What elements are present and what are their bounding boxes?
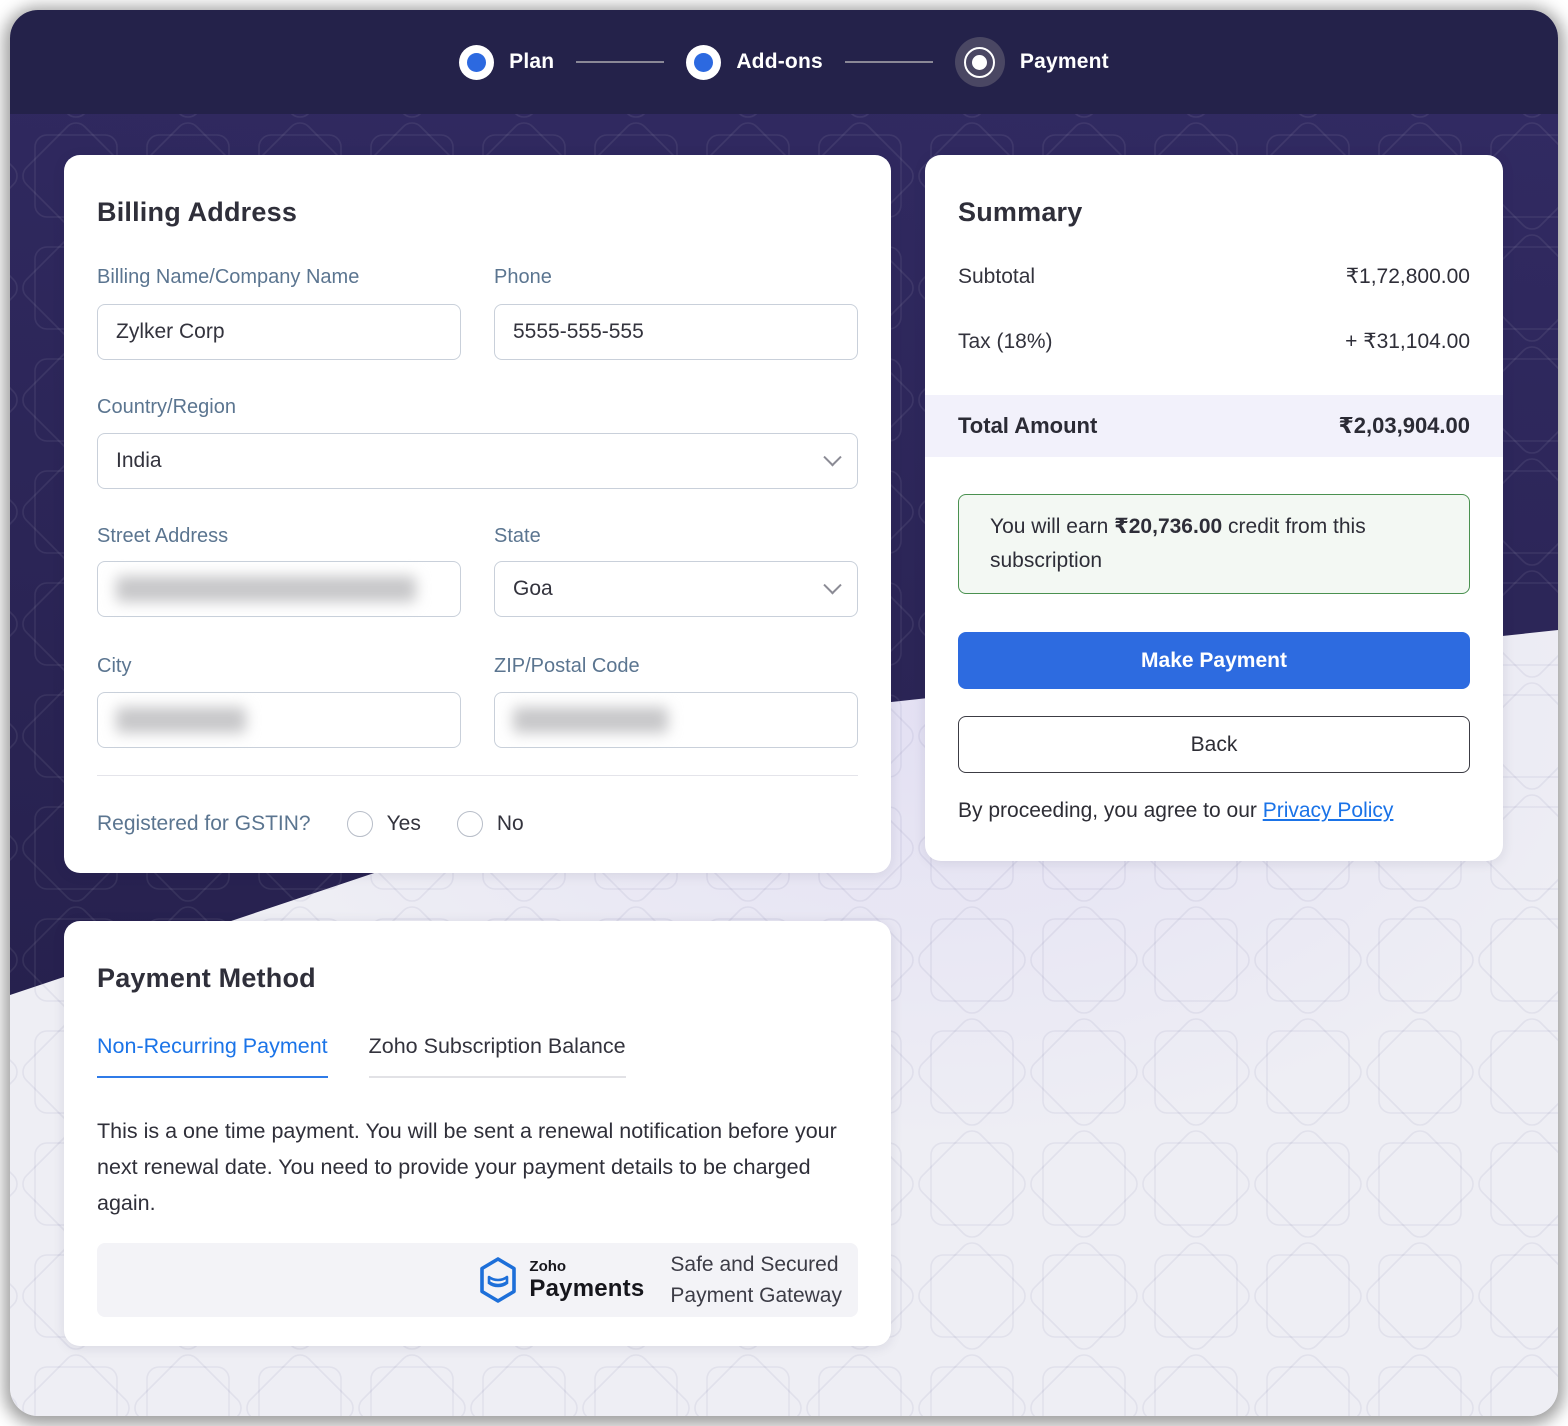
tab-non-recurring-payment[interactable]: Non-Recurring Payment	[97, 1034, 328, 1078]
tab-zoho-subscription-balance[interactable]: Zoho Subscription Balance	[369, 1034, 626, 1078]
city-input[interactable]	[97, 692, 461, 748]
total-amount-band: Total Amount ₹2,03,904.00	[925, 395, 1503, 457]
credit-amount: ₹20,736.00	[1114, 515, 1222, 538]
subtotal-value: ₹1,72,800.00	[1346, 264, 1470, 289]
gstin-no-radio[interactable]: No	[457, 811, 524, 837]
billing-address-card: Billing Address Billing Name/Company Nam…	[64, 155, 891, 873]
agreement-prefix: By proceeding, you agree to our	[958, 799, 1263, 822]
payment-method-tabs: Non-Recurring Payment Zoho Subscription …	[97, 1034, 858, 1078]
stepper-header: Plan Add-ons Payment	[10, 10, 1558, 114]
checkout-window: Plan Add-ons Payment	[10, 10, 1558, 1416]
radio-unchecked-icon	[457, 811, 483, 837]
gstin-yes-radio[interactable]: Yes	[347, 811, 421, 837]
zip-label: ZIP/Postal Code	[494, 655, 858, 678]
stepper: Plan Add-ons Payment	[459, 37, 1109, 87]
zip-input[interactable]	[494, 692, 858, 748]
summary-card: Summary Subtotal ₹1,72,800.00 Tax (18%) …	[925, 155, 1503, 861]
chevron-down-icon	[823, 576, 841, 594]
gateway-tagline-line2: Payment Gateway	[670, 1280, 842, 1311]
payment-method-card: Payment Method Non-Recurring Payment Zoh…	[64, 921, 891, 1346]
make-payment-button[interactable]: Make Payment	[958, 632, 1470, 689]
state-select-value: Goa	[513, 577, 553, 601]
zoho-payments-brand: Zoho Payments	[477, 1256, 644, 1304]
city-redacted-value	[116, 707, 246, 733]
back-button[interactable]: Back	[958, 716, 1470, 773]
zoho-brand-name: Zoho	[529, 1259, 644, 1274]
phone-label: Phone	[494, 266, 858, 289]
total-amount-value: ₹2,03,904.00	[1338, 413, 1470, 439]
agreement-text: By proceeding, you agree to our Privacy …	[958, 799, 1470, 823]
gateway-tagline: Safe and Secured Payment Gateway	[670, 1249, 842, 1311]
credit-note-prefix: You will earn	[990, 515, 1114, 538]
city-label: City	[97, 655, 461, 678]
street-address-redacted-value	[116, 576, 416, 602]
street-address-input[interactable]	[97, 561, 461, 617]
gstin-question-label: Registered for GSTIN?	[97, 812, 311, 836]
step-plan[interactable]: Plan	[459, 45, 554, 80]
tax-value: + ₹31,104.00	[1345, 329, 1470, 354]
billing-name-input[interactable]	[97, 304, 461, 360]
step-payment-radio-icon	[955, 37, 1005, 87]
country-label: Country/Region	[97, 396, 858, 419]
payments-brand-name: Payments	[529, 1277, 644, 1301]
payment-method-title: Payment Method	[97, 963, 858, 994]
step-plan-label: Plan	[509, 50, 554, 74]
phone-input[interactable]	[494, 304, 858, 360]
gateway-strip: Zoho Payments Safe and Secured Payment G…	[97, 1243, 858, 1317]
chevron-down-icon	[823, 448, 841, 466]
country-select[interactable]: India	[97, 433, 858, 489]
stepper-connector	[845, 61, 933, 63]
billing-address-title: Billing Address	[97, 197, 858, 228]
payment-method-description: This is a one time payment. You will be …	[97, 1113, 853, 1221]
billing-name-label: Billing Name/Company Name	[97, 266, 461, 289]
step-addons-radio-icon	[686, 45, 721, 80]
zoho-payments-logo-icon	[477, 1256, 519, 1304]
radio-unchecked-icon	[347, 811, 373, 837]
credit-earn-note: You will earn ₹20,736.00 credit from thi…	[958, 494, 1470, 594]
gstin-no-label: No	[497, 812, 524, 836]
step-addons-label: Add-ons	[736, 50, 823, 74]
divider	[97, 775, 858, 776]
step-payment[interactable]: Payment	[955, 37, 1109, 87]
subtotal-label: Subtotal	[958, 265, 1035, 289]
step-addons[interactable]: Add-ons	[686, 45, 823, 80]
summary-row-tax: Tax (18%) + ₹31,104.00	[958, 329, 1470, 354]
street-address-label: Street Address	[97, 525, 461, 548]
privacy-policy-link[interactable]: Privacy Policy	[1263, 799, 1394, 822]
state-select[interactable]: Goa	[494, 561, 858, 617]
summary-title: Summary	[958, 197, 1470, 228]
country-select-value: India	[116, 449, 162, 473]
gateway-tagline-line1: Safe and Secured	[670, 1249, 842, 1280]
page-background: Billing Address Billing Name/Company Nam…	[10, 114, 1558, 1416]
zip-redacted-value	[513, 707, 668, 733]
tax-label: Tax (18%)	[958, 330, 1053, 354]
step-payment-label: Payment	[1020, 50, 1109, 74]
state-label: State	[494, 525, 858, 548]
summary-row-subtotal: Subtotal ₹1,72,800.00	[958, 264, 1470, 289]
gstin-yes-label: Yes	[387, 812, 421, 836]
step-plan-radio-icon	[459, 45, 494, 80]
total-amount-label: Total Amount	[958, 413, 1097, 439]
stepper-connector	[576, 61, 664, 63]
